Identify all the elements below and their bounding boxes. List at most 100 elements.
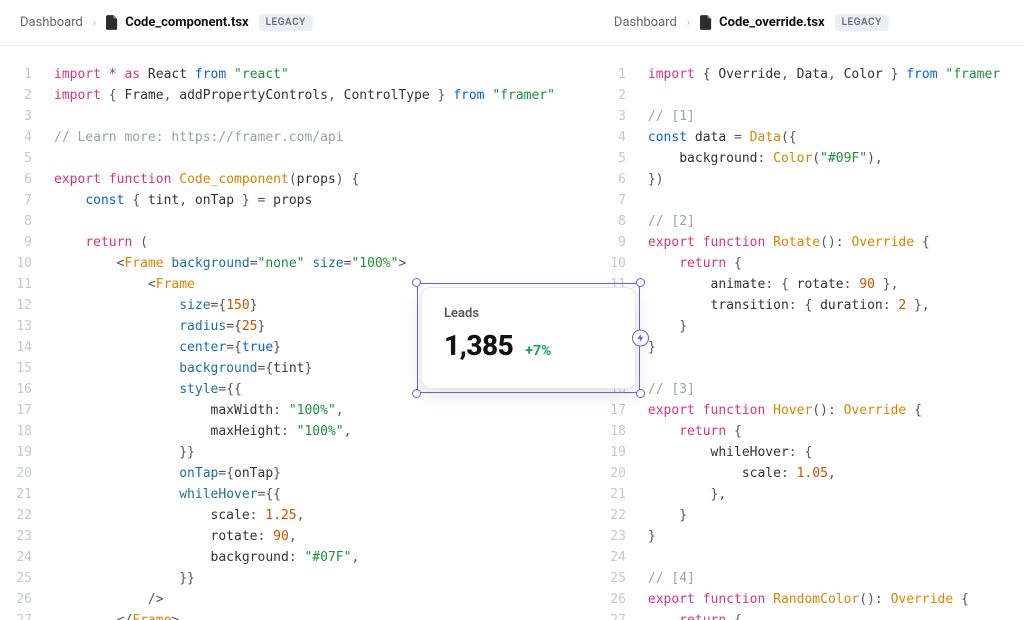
code-content[interactable]: /> (54, 589, 594, 610)
code-content[interactable] (648, 547, 1024, 568)
code-line[interactable]: 9 return ( (0, 232, 594, 253)
code-line[interactable]: 13 } (594, 316, 1024, 337)
code-line[interactable]: 15 (594, 358, 1024, 379)
code-content[interactable]: whileHover: { (648, 442, 1024, 463)
code-line[interactable]: 8 (0, 211, 594, 232)
code-content[interactable]: } (648, 337, 1024, 358)
code-line[interactable]: 21 }, (594, 484, 1024, 505)
code-line[interactable]: 20 onTap={onTap} (0, 463, 594, 484)
code-line[interactable]: 6export function Code_component(props) { (0, 169, 594, 190)
code-line[interactable]: 24 (594, 547, 1024, 568)
code-line[interactable]: 21 whileHover={{ (0, 484, 594, 505)
code-line[interactable]: 19 }} (0, 442, 594, 463)
code-line[interactable]: 2 (594, 85, 1024, 106)
code-content[interactable] (648, 358, 1024, 379)
code-content[interactable] (54, 148, 594, 169)
code-line[interactable]: 4const data = Data({ (594, 127, 1024, 148)
code-line[interactable]: 23 rotate: 90, (0, 526, 594, 547)
code-content[interactable]: // [3] (648, 379, 1024, 400)
resize-handle-br[interactable] (636, 389, 645, 398)
code-content[interactable]: }) (648, 169, 1024, 190)
breadcrumb-root[interactable]: Dashboard (614, 15, 677, 30)
code-line[interactable]: 10 <Frame background="none" size="100%"> (0, 253, 594, 274)
code-line[interactable]: 18 maxHeight: "100%", (0, 421, 594, 442)
code-line[interactable]: 1import * as React from "react" (0, 64, 594, 85)
code-content[interactable]: } (648, 526, 1024, 547)
code-line[interactable]: 3 (0, 106, 594, 127)
breadcrumb-root[interactable]: Dashboard (20, 15, 83, 30)
code-line[interactable]: 17export function Hover(): Override { (594, 400, 1024, 421)
code-content[interactable]: whileHover={{ (54, 484, 594, 505)
code-content[interactable]: // Learn more: https://framer.com/api (54, 127, 594, 148)
code-line[interactable]: 4// Learn more: https://framer.com/api (0, 127, 594, 148)
code-content[interactable]: const { tint, onTap } = props (54, 190, 594, 211)
code-content[interactable]: </Frame> (54, 610, 594, 620)
code-content[interactable]: import { Override, Data, Color } from "f… (648, 64, 1024, 85)
code-content[interactable]: maxWidth: "100%", (54, 400, 594, 421)
code-line[interactable]: 22 scale: 1.25, (0, 505, 594, 526)
code-content[interactable]: background: "#07F", (54, 547, 594, 568)
code-line[interactable]: 20 scale: 1.05, (594, 463, 1024, 484)
breadcrumb-file[interactable]: Code_override.tsx (700, 15, 825, 30)
code-line[interactable]: 27 </Frame> (0, 610, 594, 620)
code-line[interactable]: 10 return { (594, 253, 1024, 274)
code-line[interactable]: 23} (594, 526, 1024, 547)
code-content[interactable]: export function RandomColor(): Override … (648, 589, 1024, 610)
code-line[interactable]: 11 animate: { rotate: 90 }, (594, 274, 1024, 295)
code-line[interactable]: 5 (0, 148, 594, 169)
code-content[interactable]: return { (648, 253, 1024, 274)
code-content[interactable]: return { (648, 610, 1024, 620)
code-line[interactable]: 7 (594, 190, 1024, 211)
code-line[interactable]: 1import { Override, Data, Color } from "… (594, 64, 1024, 85)
code-content[interactable]: // [1] (648, 106, 1024, 127)
code-content[interactable]: onTap={onTap} (54, 463, 594, 484)
code-content[interactable]: } (648, 505, 1024, 526)
code-content[interactable]: maxHeight: "100%", (54, 421, 594, 442)
code-content[interactable]: // [2] (648, 211, 1024, 232)
breadcrumb-file[interactable]: Code_component.tsx (106, 15, 248, 30)
code-editor-right[interactable]: 1import { Override, Data, Color } from "… (594, 46, 1024, 620)
code-line[interactable]: 25 }} (0, 568, 594, 589)
code-content[interactable] (54, 211, 594, 232)
code-content[interactable]: } (648, 316, 1024, 337)
code-line[interactable]: 24 background: "#07F", (0, 547, 594, 568)
code-content[interactable]: scale: 1.25, (54, 505, 594, 526)
code-content[interactable]: scale: 1.05, (648, 463, 1024, 484)
code-content[interactable]: export function Rotate(): Override { (648, 232, 1024, 253)
code-line[interactable]: 14} (594, 337, 1024, 358)
code-content[interactable]: return ( (54, 232, 594, 253)
code-line[interactable]: 22 } (594, 505, 1024, 526)
resize-handle-bl[interactable] (412, 389, 421, 398)
code-line[interactable]: 9export function Rotate(): Override { (594, 232, 1024, 253)
code-content[interactable]: // [4] (648, 568, 1024, 589)
code-content[interactable]: transition: { duration: 2 }, (648, 295, 1024, 316)
code-line[interactable]: 8// [2] (594, 211, 1024, 232)
code-content[interactable]: export function Hover(): Override { (648, 400, 1024, 421)
code-line[interactable]: 27 return { (594, 610, 1024, 620)
code-content[interactable]: animate: { rotate: 90 }, (648, 274, 1024, 295)
code-content[interactable] (648, 190, 1024, 211)
resize-handle-tl[interactable] (412, 278, 421, 287)
code-line[interactable]: 5 background: Color("#09F"), (594, 148, 1024, 169)
code-line[interactable]: 18 return { (594, 421, 1024, 442)
code-content[interactable]: }} (54, 442, 594, 463)
code-line[interactable]: 26export function RandomColor(): Overrid… (594, 589, 1024, 610)
code-line[interactable]: 17 maxWidth: "100%", (0, 400, 594, 421)
code-content[interactable]: const data = Data({ (648, 127, 1024, 148)
code-content[interactable]: <Frame background="none" size="100%"> (54, 253, 594, 274)
code-line[interactable]: 16// [3] (594, 379, 1024, 400)
code-line[interactable]: 2import { Frame, addPropertyControls, Co… (0, 85, 594, 106)
lightning-icon[interactable] (632, 330, 649, 347)
code-content[interactable]: return { (648, 421, 1024, 442)
code-content[interactable]: }} (54, 568, 594, 589)
selection-frame[interactable]: Leads 1,385 +7% (417, 283, 640, 393)
code-content[interactable]: import * as React from "react" (54, 64, 594, 85)
code-line[interactable]: 26 /> (0, 589, 594, 610)
code-content[interactable]: }, (648, 484, 1024, 505)
code-content[interactable] (54, 106, 594, 127)
code-line[interactable]: 12 transition: { duration: 2 }, (594, 295, 1024, 316)
code-line[interactable]: 6}) (594, 169, 1024, 190)
code-content[interactable] (648, 85, 1024, 106)
code-content[interactable]: background: Color("#09F"), (648, 148, 1024, 169)
code-line[interactable]: 3// [1] (594, 106, 1024, 127)
